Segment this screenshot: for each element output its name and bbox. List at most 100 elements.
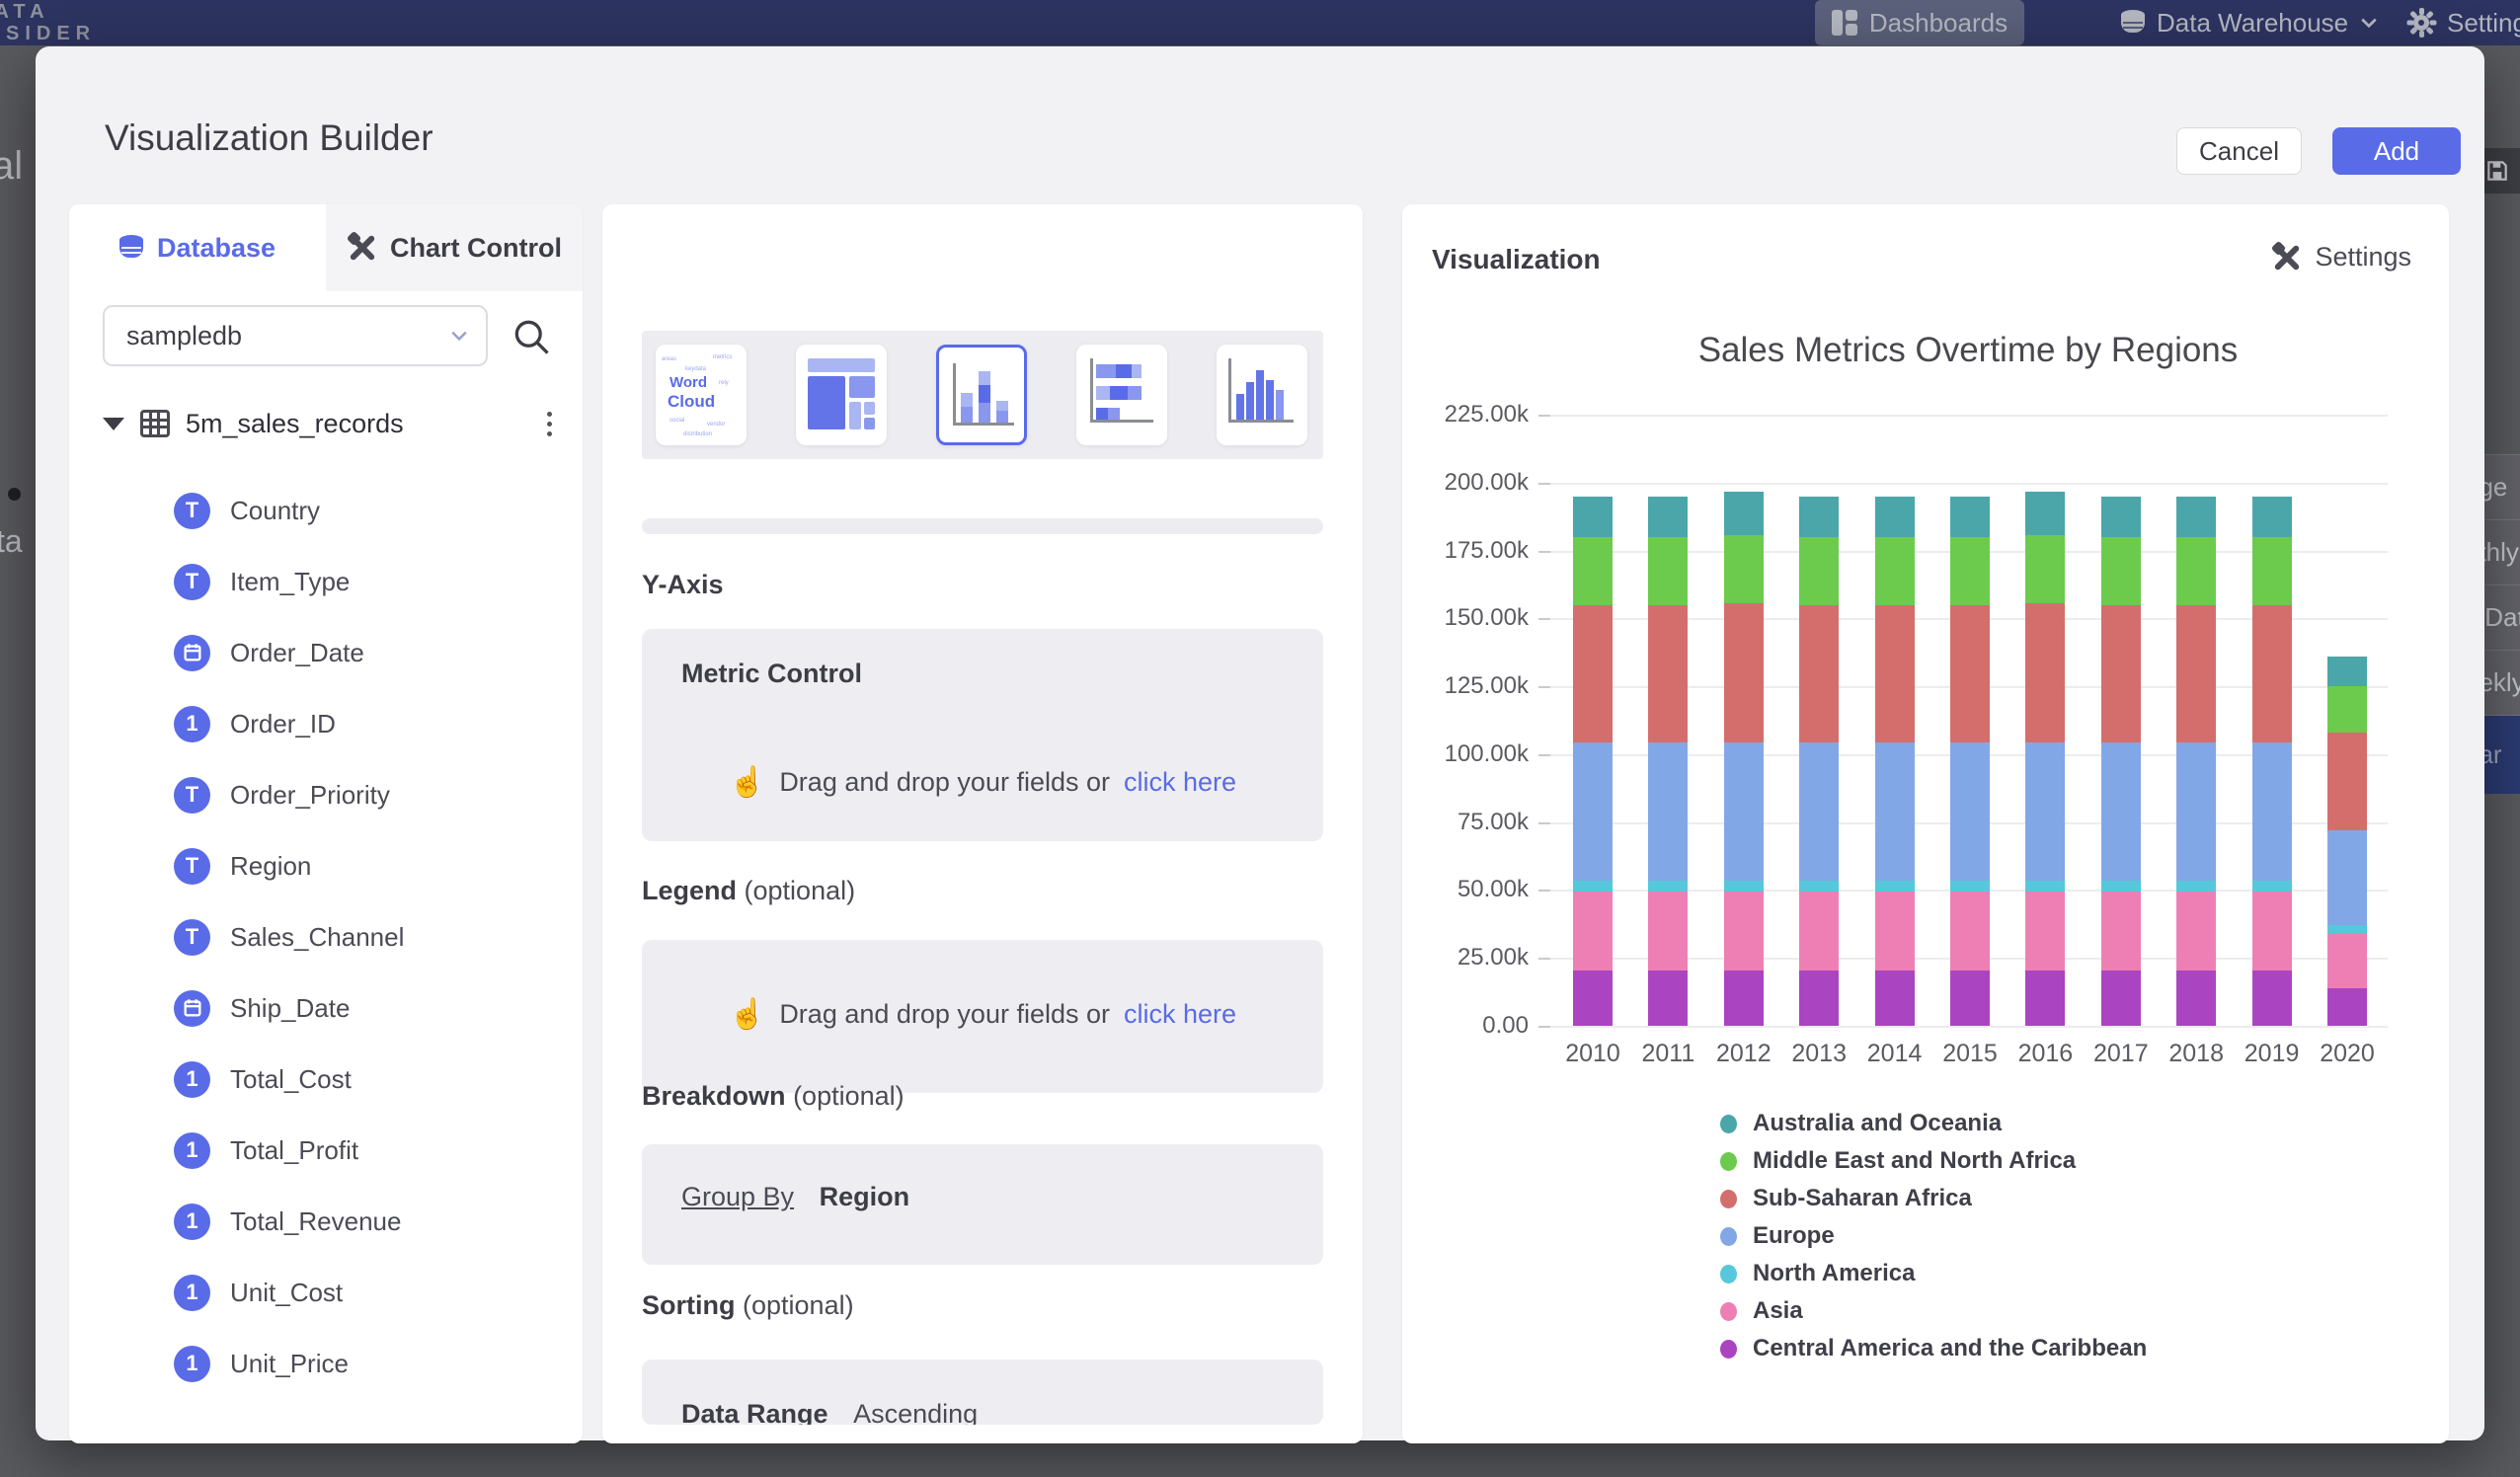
bar-segment — [2025, 742, 2065, 881]
database-icon — [2121, 10, 2145, 36]
nav-dashboards[interactable]: Dashboards — [1815, 0, 2024, 45]
legend-item[interactable]: Australia and Oceania — [1720, 1105, 2147, 1142]
modal-title: Visualization Builder — [105, 117, 433, 159]
metric-control-title: Metric Control — [681, 659, 862, 689]
field-row[interactable]: 1Total_Cost — [69, 1044, 583, 1115]
legend-dropzone[interactable]: ☝ Drag and drop your fields or click her… — [642, 940, 1323, 1093]
legend-item[interactable]: Sub-Saharan Africa — [1720, 1180, 2147, 1217]
bar-segment — [1573, 881, 1613, 892]
chart-legend: Australia and OceaniaMiddle East and Nor… — [1720, 1105, 2147, 1367]
database-select[interactable]: sampledb — [103, 305, 488, 366]
field-row[interactable]: TRegion — [69, 830, 583, 901]
y-axis-tick — [1538, 551, 1550, 553]
x-axis-label: 2019 — [2233, 1040, 2312, 1068]
field-name: Sales_Channel — [230, 922, 404, 953]
y-axis-label: 125.00k — [1410, 672, 1529, 700]
bar-segment — [1950, 742, 1990, 881]
stacked-bar-2015 — [1950, 415, 1990, 1026]
y-axis-label: 100.00k — [1410, 740, 1529, 768]
chart-type-stacked-bar[interactable] — [1076, 345, 1167, 445]
chart-type-word-cloud[interactable]: areas metrics keydata Word Cloud rely so… — [656, 345, 747, 445]
click-here-link[interactable]: click here — [1124, 767, 1236, 798]
sorting-dropzone[interactable]: Data Range Ascending — [642, 1360, 1323, 1425]
legend-item[interactable]: Middle East and North Africa — [1720, 1142, 2147, 1180]
legend-item[interactable]: Asia — [1720, 1292, 2147, 1330]
bar-segment — [1648, 537, 1688, 605]
field-row[interactable]: Order_Date — [69, 617, 583, 688]
field-row[interactable]: TSales_Channel — [69, 901, 583, 972]
chart-type-carousel[interactable]: areas metrics keydata Word Cloud rely so… — [642, 331, 1323, 459]
search-icon[interactable] — [510, 315, 553, 358]
bar-segment — [1648, 971, 1688, 1026]
tab-chart-control[interactable]: Chart Control — [326, 204, 583, 291]
stacked-bar-2013 — [1799, 415, 1839, 1026]
bar-segment — [2252, 497, 2292, 537]
group-by-chip[interactable]: Group By Region — [681, 1182, 909, 1212]
field-row[interactable]: 1Unit_Price — [69, 1328, 583, 1399]
legend-dot — [1720, 1115, 1737, 1133]
field-row[interactable]: 1Total_Revenue — [69, 1186, 583, 1257]
legend-dot — [1720, 1340, 1737, 1359]
breakdown-section-title: Breakdown (optional) — [642, 1081, 905, 1112]
bar-segment — [1950, 881, 1990, 892]
bar-segment — [2101, 892, 2141, 971]
field-row[interactable]: 1Order_ID — [69, 688, 583, 759]
field-name: Order_Date — [230, 638, 364, 668]
table-tree-item[interactable]: 5m_sales_records — [103, 398, 553, 449]
sorting-chip[interactable]: Data Range Ascending — [681, 1399, 978, 1425]
stacked-bar-2016 — [2025, 415, 2065, 1026]
bar-segment — [2176, 742, 2216, 881]
legend-item[interactable]: Europe — [1720, 1217, 2147, 1255]
metric-control-dropzone[interactable]: Metric Control ☝ Drag and drop your fiel… — [642, 629, 1323, 841]
group-by-value: Region — [820, 1182, 910, 1211]
bar-segment — [2025, 971, 2065, 1026]
bar-segment — [1799, 605, 1839, 742]
bar-segment — [1724, 892, 1764, 971]
field-name: Order_ID — [230, 709, 336, 739]
bar-segment — [1799, 971, 1839, 1026]
group-by-label: Group By — [681, 1182, 794, 1211]
breakdown-dropzone[interactable]: Group By Region — [642, 1144, 1323, 1265]
field-type-number-icon: 1 — [174, 1346, 210, 1382]
stacked-bar-2012 — [1724, 415, 1764, 1026]
field-row[interactable]: TOrder_Priority — [69, 759, 583, 830]
bar-segment — [2025, 603, 2065, 741]
more-options-icon[interactable] — [545, 412, 553, 436]
chart-type-column[interactable] — [1217, 345, 1307, 445]
field-row[interactable]: Ship_Date — [69, 972, 583, 1044]
sorting-field: Data Range — [681, 1399, 828, 1425]
field-row[interactable]: 1Total_Profit — [69, 1115, 583, 1186]
y-axis-label: 25.00k — [1410, 944, 1529, 972]
chart-builder-panel: Type View all areas metrics keydata Word… — [602, 204, 1363, 1443]
tab-database[interactable]: Database — [69, 204, 326, 291]
legend-item[interactable]: North America — [1720, 1255, 2147, 1292]
settings-button[interactable]: Settings — [2271, 242, 2411, 272]
bar-segment — [1875, 892, 1915, 971]
nav-data-warehouse[interactable]: Data Warehouse — [2121, 0, 2398, 45]
field-name: Region — [230, 851, 311, 882]
bar-segment — [2176, 497, 2216, 537]
bar-segment — [1875, 742, 1915, 881]
bar-segment — [2327, 925, 2367, 933]
field-row[interactable]: TCountry — [69, 475, 583, 546]
chart-type-treemap[interactable] — [796, 345, 887, 445]
add-button[interactable]: Add — [2332, 127, 2461, 175]
field-type-number-icon: 1 — [174, 1275, 210, 1311]
field-type-date-icon — [174, 990, 210, 1027]
legend-item[interactable]: Central America and the Caribbean — [1720, 1330, 2147, 1367]
field-row[interactable]: 1Unit_Cost — [69, 1257, 583, 1328]
bar-segment — [1724, 603, 1764, 741]
click-here-link[interactable]: click here — [1124, 999, 1236, 1030]
carousel-scrollbar[interactable] — [642, 518, 1323, 534]
visualization-title: Visualization — [1432, 244, 1601, 275]
nav-settings[interactable]: Settings — [2407, 0, 2520, 45]
field-row[interactable]: TItem_Type — [69, 546, 583, 617]
stacked-bar-2011 — [1648, 415, 1688, 1026]
y-axis-label: 175.00k — [1410, 537, 1529, 565]
cancel-button[interactable]: Cancel — [2176, 127, 2302, 175]
background-text-fragment: al — [0, 144, 23, 189]
chart-type-stacked-column[interactable] — [936, 345, 1027, 445]
bar-segment — [2327, 933, 2367, 987]
stacked-bar-2017 — [2101, 415, 2141, 1026]
y-axis-label: 50.00k — [1410, 876, 1529, 903]
